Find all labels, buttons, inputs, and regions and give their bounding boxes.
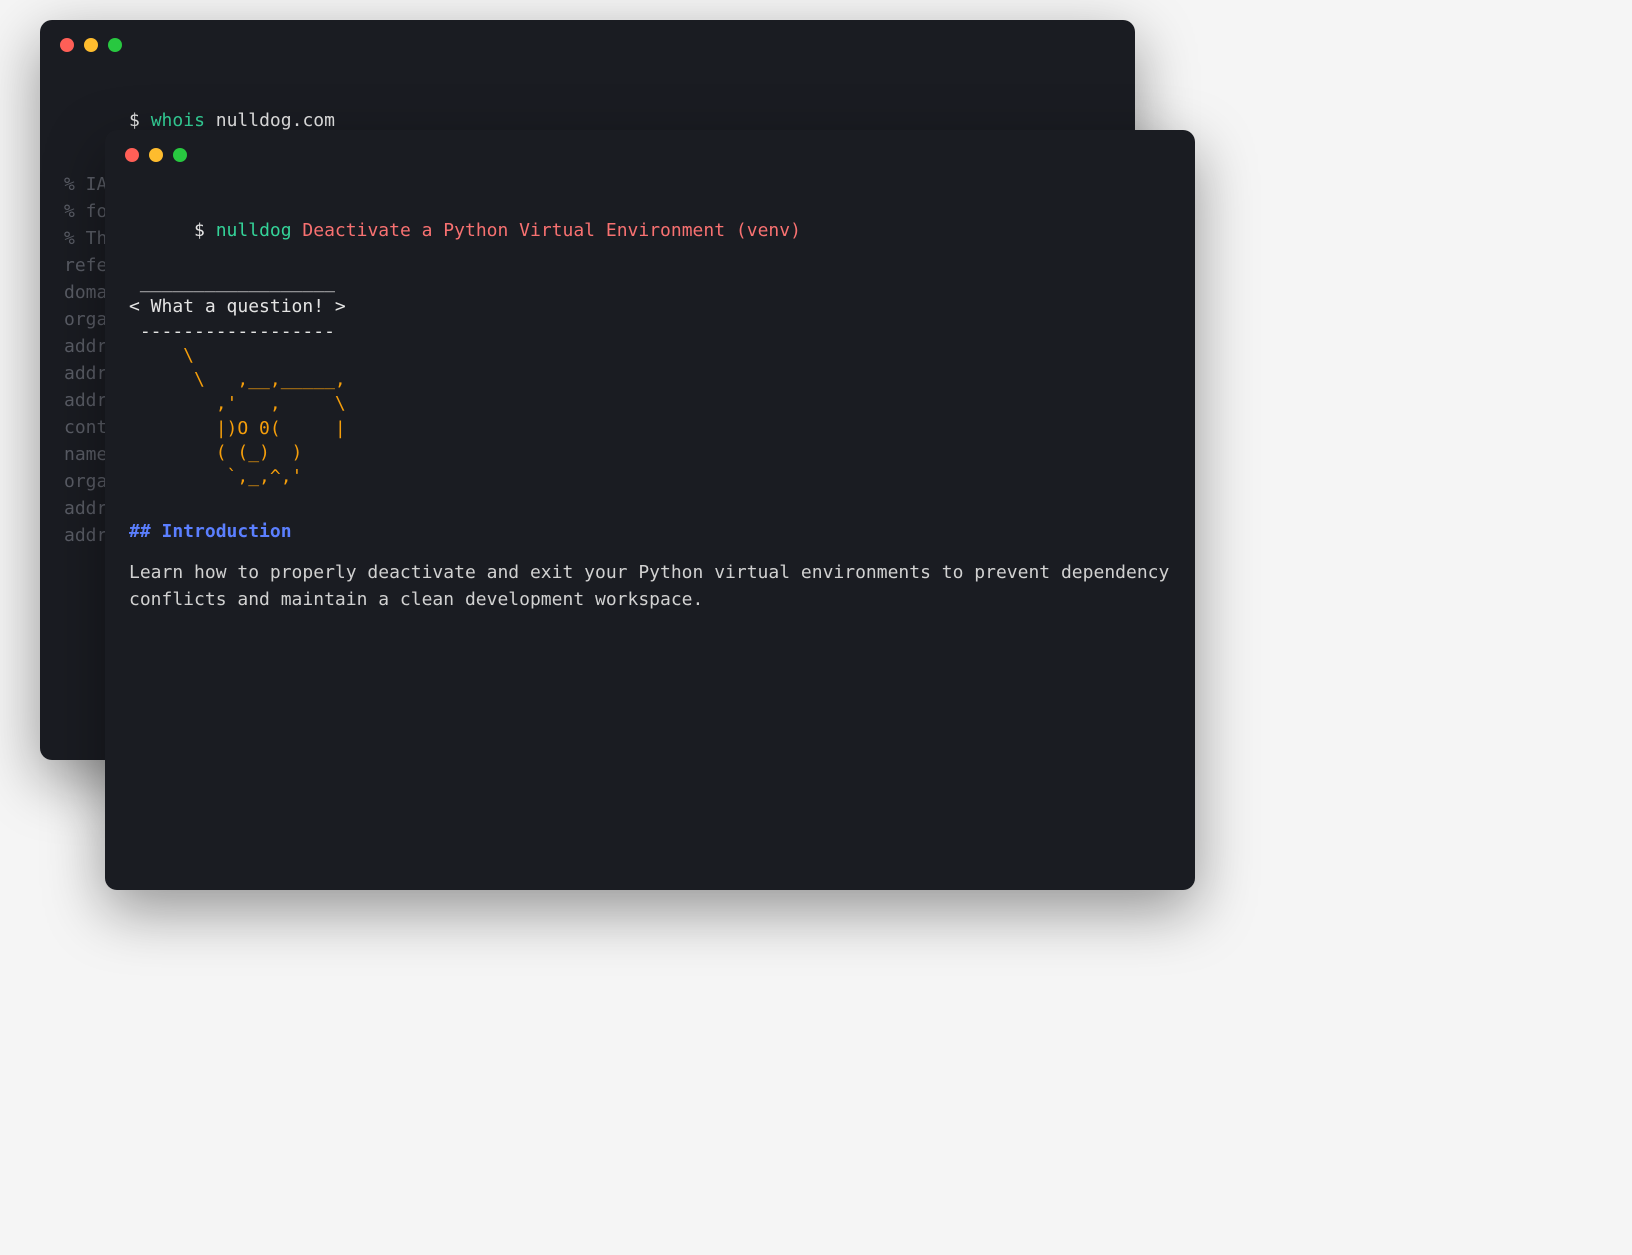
traffic-lights-back [40, 20, 1135, 70]
section-heading: ## Introduction [129, 518, 1171, 545]
minimize-icon[interactable] [149, 148, 163, 162]
terminal-front-content: $ nulldog Deactivate a Python Virtual En… [105, 180, 1195, 623]
maximize-icon[interactable] [173, 148, 187, 162]
command-args: Deactivate a Python Virtual Environment … [302, 220, 801, 241]
minimize-icon[interactable] [84, 38, 98, 52]
terminal-window-front: $ nulldog Deactivate a Python Virtual En… [105, 130, 1195, 890]
close-icon[interactable] [60, 38, 74, 52]
prompt-line-front: $ nulldog Deactivate a Python Virtual En… [129, 190, 1171, 271]
traffic-lights-front [105, 130, 1195, 180]
ascii-art-dog: \ \ ,__,_____, ,' , \ |)O 0( | ( (_) ) `… [129, 344, 1171, 490]
command-name: whois [151, 110, 205, 131]
body-paragraph: Learn how to properly deactivate and exi… [129, 559, 1171, 613]
speech-bubble: __________________ < What a question! > … [129, 271, 1171, 344]
close-icon[interactable] [125, 148, 139, 162]
prompt-symbol: $ [129, 110, 151, 131]
command-name: nulldog [216, 220, 292, 241]
maximize-icon[interactable] [108, 38, 122, 52]
command-args: nulldog.com [216, 110, 335, 131]
prompt-symbol: $ [194, 220, 216, 241]
